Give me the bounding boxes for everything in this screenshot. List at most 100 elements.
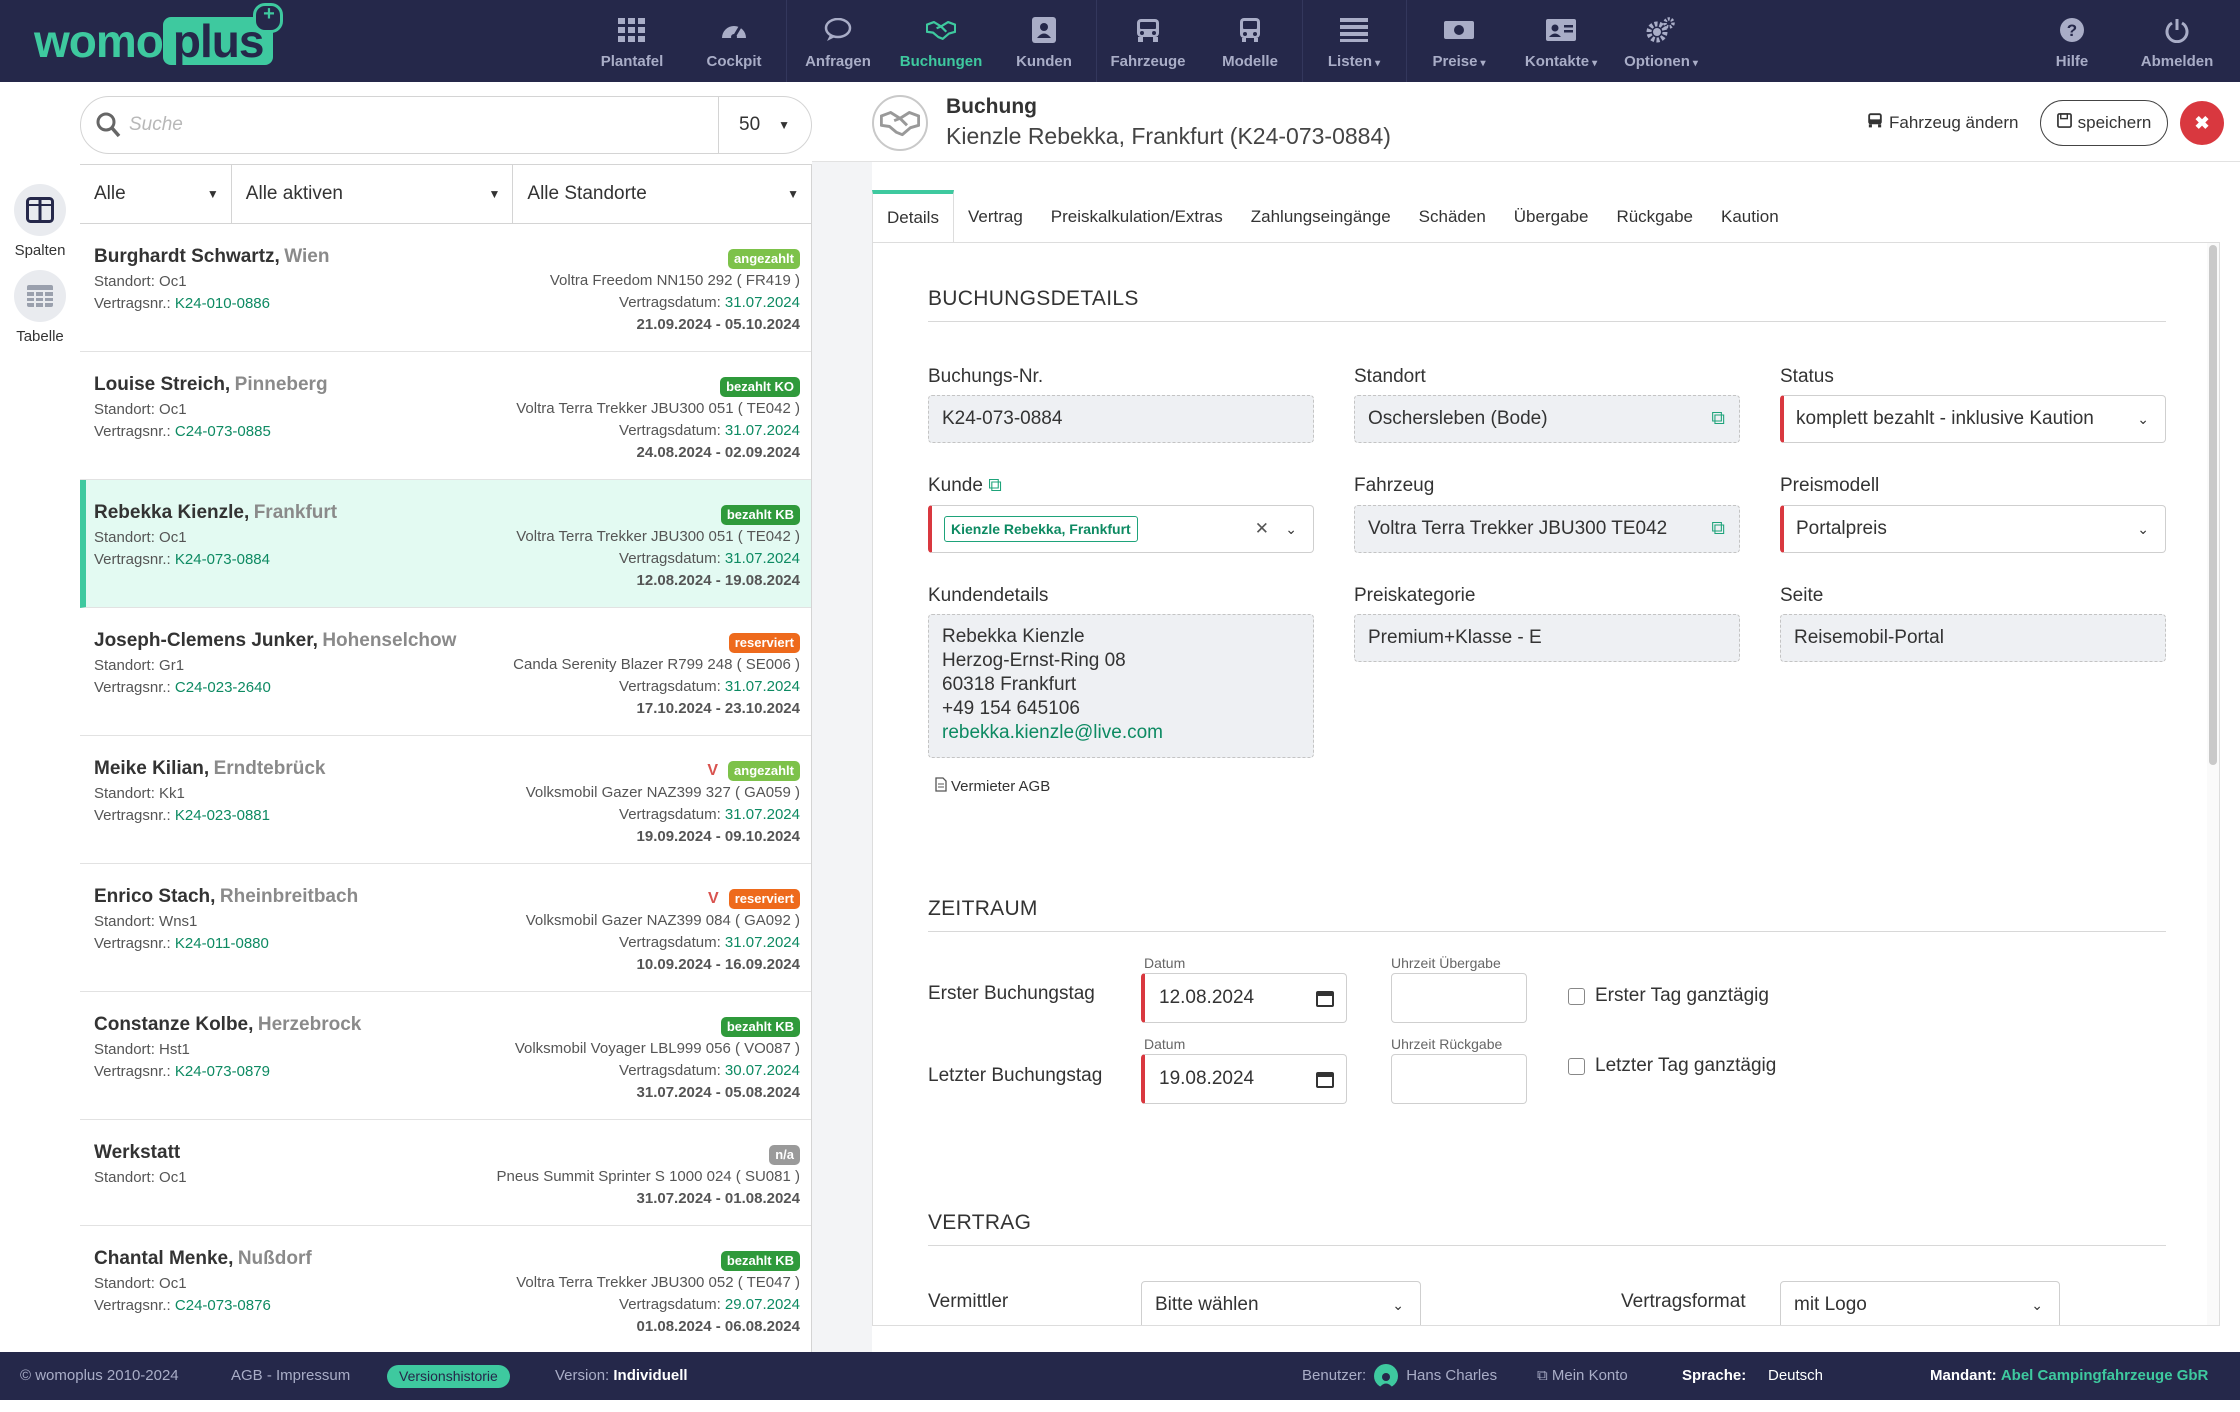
tab-preiskalkulation[interactable]: Preiskalkulation/Extras xyxy=(1037,190,1237,242)
nav-hilfe[interactable]: ? Hilfe xyxy=(2032,0,2112,82)
tab-uebergabe[interactable]: Übergabe xyxy=(1500,190,1603,242)
nav-optionen[interactable]: Optionen ▾ xyxy=(1616,0,1706,82)
vertragsnr-link[interactable]: K24-073-0879 xyxy=(175,1063,270,1080)
page-size-select[interactable]: 50 ▼ xyxy=(718,96,812,154)
scrollbar[interactable] xyxy=(2207,243,2219,1325)
booking-list-item-selected[interactable]: Rebekka Kienzle, Frankfurt Standort: Oc1… xyxy=(80,480,811,608)
table-icon xyxy=(14,270,66,322)
external-link-icon[interactable]: ⧉ xyxy=(1711,506,1725,552)
nav-abmelden[interactable]: Abmelden xyxy=(2132,0,2222,82)
uhrzeit-rueckgabe-input[interactable] xyxy=(1391,1054,1527,1104)
erster-tag-ganztaegig-checkbox[interactable]: Erster Tag ganztägig xyxy=(1568,985,1769,1007)
calendar-icon[interactable] xyxy=(1316,1055,1334,1103)
caret-down-icon: ▼ xyxy=(206,187,219,201)
kunde-tag: Kienzle Rebekka, Frankfurt xyxy=(944,515,1138,542)
tab-details[interactable]: Details xyxy=(872,190,954,243)
sprache-value[interactable]: Deutsch xyxy=(1768,1352,1823,1400)
booking-list-item[interactable]: Chantal Menke, Nußdorf Standort: Oc1 Ver… xyxy=(80,1226,811,1352)
vertragsnr-link[interactable]: C24-073-0876 xyxy=(175,1297,271,1314)
mein-konto-link[interactable]: ⧉ Mein Konto xyxy=(1537,1352,1628,1400)
nav-preise[interactable]: Preise ▾ xyxy=(1418,0,1500,82)
booking-list-item[interactable]: Joseph-Clemens Junker, Hohenselchow Stan… xyxy=(80,608,811,736)
datum-label: Datum xyxy=(1144,1036,1186,1052)
vehicle-text: Voltra Terra Trekker JBU300 051 ( TE042 … xyxy=(516,400,800,417)
nav-anfragen[interactable]: Anfragen xyxy=(798,0,878,82)
booking-list-item[interactable]: Meike Kilian, Erndtebrück Standort: Kk1 … xyxy=(80,736,811,864)
status-select[interactable]: komplett bezahlt - inklusive Kaution ⌄ xyxy=(1780,395,2166,443)
nav-buchungen[interactable]: Buchungen xyxy=(896,0,986,82)
clear-icon[interactable]: ✕ xyxy=(1255,506,1269,552)
footer-agb-link[interactable]: AGB - Impressum xyxy=(231,1352,350,1400)
vertragsnr-link[interactable]: C24-073-0885 xyxy=(175,423,271,440)
nav-kontakte[interactable]: Kontakte ▾ xyxy=(1518,0,1604,82)
vertragsnr-label: Vertragsnr.: xyxy=(94,423,171,440)
booking-list-item[interactable]: Werkstatt Standort: Oc1 n/a Pneus Summit… xyxy=(80,1120,811,1226)
vertragsnr-link[interactable]: K24-010-0886 xyxy=(175,295,270,312)
checkbox[interactable] xyxy=(1568,987,1585,1005)
calendar-icon[interactable] xyxy=(1316,974,1334,1022)
preismodell-select[interactable]: Portalpreis ⌄ xyxy=(1780,505,2166,553)
vertragsnr-link[interactable]: K24-023-0881 xyxy=(175,807,270,824)
kunde-email-link[interactable]: rebekka.kienzle@live.com xyxy=(942,721,1313,745)
close-button[interactable]: ✖ xyxy=(2180,101,2224,145)
booking-dates: 10.09.2024 - 16.09.2024 xyxy=(636,956,800,973)
erster-buchungstag-date-input[interactable]: 12.08.2024 xyxy=(1141,973,1347,1023)
save-button[interactable]: speichern xyxy=(2040,100,2168,146)
floppy-icon xyxy=(2056,113,2072,133)
tab-kaution[interactable]: Kaution xyxy=(1707,190,1793,242)
filter-select-standorte[interactable]: Alle Standorte ▼ xyxy=(513,165,811,223)
person-card-icon xyxy=(1029,15,1059,45)
booking-list-item[interactable]: Enrico Stach, Rheinbreitbach Standort: W… xyxy=(80,864,811,992)
caret-down-icon: ▾ xyxy=(1375,58,1381,69)
caret-down-icon: ▼ xyxy=(488,187,501,201)
preismodell-value: Portalpreis xyxy=(1796,518,1887,539)
booking-list-item[interactable]: Louise Streich, Pinneberg Standort: Oc1 … xyxy=(80,352,811,480)
external-link-icon[interactable]: ⧉ xyxy=(1711,396,1725,442)
vertragsnr-link[interactable]: K24-073-0884 xyxy=(175,551,270,568)
view-tabelle-button[interactable]: Tabelle xyxy=(0,270,80,345)
vertragsdatum-label: Vertragsdatum: xyxy=(619,934,721,951)
booking-list-item[interactable]: Burghardt Schwartz, Wien Standort: Oc1 V… xyxy=(80,224,811,352)
womoplus-logo[interactable]: womo plus xyxy=(34,3,283,67)
uhrzeit-uebergabe-label: Uhrzeit Übergabe xyxy=(1391,955,1501,971)
view-spalten-button[interactable]: Spalten xyxy=(0,184,80,259)
tab-zahlungseingaenge[interactable]: Zahlungseingänge xyxy=(1237,190,1405,242)
tab-schaeden[interactable]: Schäden xyxy=(1405,190,1500,242)
vehicle-text: Voltra Terra Trekker JBU300 051 ( TE042 … xyxy=(516,528,800,545)
tab-vertrag[interactable]: Vertrag xyxy=(954,190,1037,242)
filter-select-aktiv[interactable]: Alle aktiven ▼ xyxy=(232,165,514,223)
checkbox[interactable] xyxy=(1568,1057,1585,1075)
standort-field: Oschersleben (Bode) ⧉ xyxy=(1354,395,1740,443)
vertragsformat-select[interactable]: mit Logo ⌄ xyxy=(1780,1281,2060,1325)
benutzer-name[interactable]: Hans Charles xyxy=(1406,1352,1497,1400)
vehicle-text: Pneus Summit Sprinter S 1000 024 ( SU081… xyxy=(496,1168,801,1185)
vertragsnr-link[interactable]: C24-023-2640 xyxy=(175,679,271,696)
footer: © womoplus 2010-2024 AGB - Impressum Ver… xyxy=(0,1352,2240,1400)
status-badge: n/a xyxy=(769,1145,800,1165)
search-input[interactable] xyxy=(129,107,779,143)
vermittler-select[interactable]: Bitte wählen ⌄ xyxy=(1141,1281,1421,1325)
tab-rueckgabe[interactable]: Rückgabe xyxy=(1602,190,1707,242)
filter-select-alle[interactable]: Alle ▼ xyxy=(80,165,232,223)
nav-cockpit[interactable]: Cockpit xyxy=(694,0,774,82)
uhrzeit-uebergabe-input[interactable] xyxy=(1391,973,1527,1023)
nav-kunden[interactable]: Kunden xyxy=(1004,0,1084,82)
gears-icon xyxy=(1646,15,1676,45)
nav-fahrzeuge[interactable]: Fahrzeuge xyxy=(1106,0,1190,82)
kunde-select[interactable]: Kienzle Rebekka, Frankfurt ✕ ⌄ xyxy=(928,505,1314,553)
booking-list-item[interactable]: Constanze Kolbe, Herzebrock Standort: Hs… xyxy=(80,992,811,1120)
scrollbar-thumb[interactable] xyxy=(2209,245,2217,765)
nav-modelle[interactable]: Modelle xyxy=(1210,0,1290,82)
letzter-buchungstag-date-input[interactable]: 19.08.2024 xyxy=(1141,1054,1347,1104)
customer-name: Enrico Stach, xyxy=(94,886,216,907)
search-box xyxy=(80,96,812,154)
versionshistorie-button[interactable]: Versionshistorie xyxy=(387,1365,510,1388)
nav-listen[interactable]: Listen ▾ xyxy=(1314,0,1394,82)
nav-plantafel[interactable]: Plantafel xyxy=(592,0,672,82)
benutzer-label: Benutzer: xyxy=(1302,1367,1367,1384)
vertragsnr-link[interactable]: K24-011-0880 xyxy=(175,935,269,952)
letzter-tag-ganztaegig-checkbox[interactable]: Letzter Tag ganztägig xyxy=(1568,1055,1776,1077)
change-vehicle-button[interactable]: Fahrzeug ändern xyxy=(1867,112,2018,133)
vermieter-agb-link[interactable]: Vermieter AGB xyxy=(935,777,1050,796)
external-link-icon[interactable]: ⧉ xyxy=(988,475,1002,496)
